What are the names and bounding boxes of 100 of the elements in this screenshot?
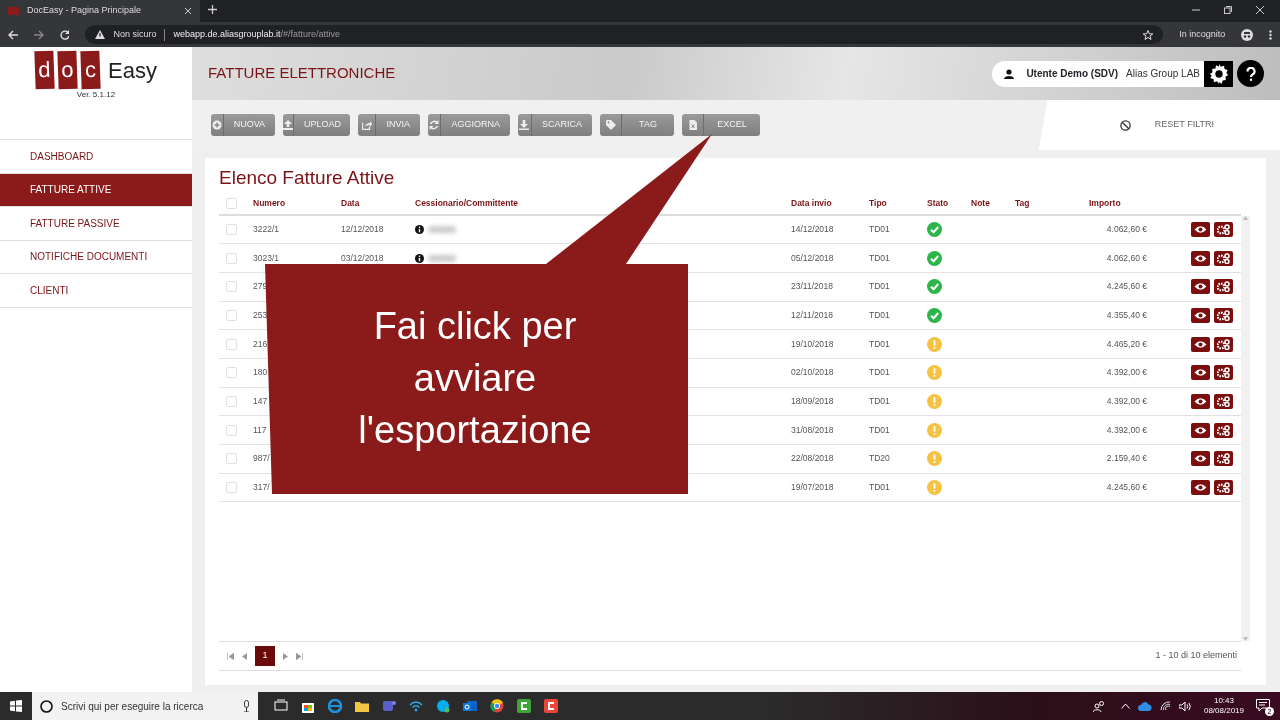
actions-button[interactable] (1214, 250, 1233, 266)
cloud-icon[interactable] (1137, 701, 1152, 711)
reset-filters-link[interactable]: RESET FILTRI (1154, 118, 1214, 132)
chat-bubble-icon[interactable] (436, 699, 450, 713)
task-view-icon[interactable] (274, 699, 288, 713)
check-circle-icon (927, 221, 942, 237)
menu-icon[interactable] (1269, 29, 1272, 40)
view-button[interactable] (1191, 422, 1210, 438)
table-cell: 216 (253, 338, 268, 349)
previous-page-icon[interactable] (242, 652, 247, 660)
actions-button[interactable] (1214, 365, 1233, 381)
microphone-icon[interactable] (243, 700, 250, 712)
user-badge[interactable]: Utente Demo (SDV) Alias Group LAB (992, 60, 1204, 87)
column-header[interactable]: Note (971, 197, 990, 208)
reload-icon[interactable] (59, 29, 70, 40)
view-button[interactable] (1191, 451, 1210, 467)
address-field[interactable]: webapp.de.aliasgrouplab.it/#/fatture/attive (173, 27, 341, 42)
start-icon[interactable] (10, 700, 22, 712)
row-checkbox[interactable] (226, 338, 237, 350)
actions-button[interactable] (1214, 336, 1233, 352)
actions-button[interactable] (1214, 422, 1233, 438)
view-button[interactable] (1191, 279, 1210, 295)
actions-button[interactable] (1214, 480, 1233, 496)
site-icon (8, 7, 19, 15)
people-icon[interactable] (1092, 700, 1105, 712)
chat-app-icon[interactable] (382, 699, 396, 713)
help-button[interactable] (1237, 60, 1264, 87)
table-cell: TD20 (869, 453, 890, 464)
column-header[interactable]: Tag (1015, 197, 1030, 208)
network-icon[interactable] (1159, 701, 1171, 711)
view-button[interactable] (1191, 365, 1210, 381)
eye-icon (1194, 483, 1207, 493)
close-icon[interactable] (1256, 6, 1264, 14)
actions-button[interactable] (1214, 307, 1233, 323)
row-checkbox[interactable] (226, 281, 237, 293)
caret-up-icon[interactable] (1120, 703, 1130, 709)
clock-date[interactable]: 08/08/2019 (1203, 706, 1244, 716)
back-icon[interactable] (8, 29, 18, 40)
clock-time[interactable]: 10:43 (1213, 696, 1234, 706)
page-button[interactable]: 1 (255, 646, 275, 666)
refresh-icon (429, 120, 440, 130)
info-icon[interactable] (415, 253, 424, 263)
view-button[interactable] (1191, 480, 1210, 496)
table-cell: TD01 (869, 396, 890, 407)
view-button[interactable] (1191, 336, 1210, 352)
last-page-icon[interactable] (296, 652, 303, 660)
column-header[interactable]: Cessionario/Committente (415, 197, 518, 208)
forward-icon[interactable] (33, 29, 44, 40)
row-checkbox[interactable] (226, 309, 237, 321)
settings-button[interactable] (1204, 60, 1233, 87)
incognito-icon[interactable] (1241, 28, 1254, 41)
view-button[interactable] (1191, 393, 1210, 409)
row-checkbox[interactable] (226, 367, 237, 379)
gears-icon (1217, 309, 1230, 321)
row-checkbox[interactable] (226, 223, 237, 235)
column-header[interactable]: Data invio (791, 197, 832, 208)
security-label[interactable]: Non sicuro (113, 27, 157, 42)
volume-icon[interactable] (1178, 700, 1192, 712)
column-header[interactable]: Data (341, 197, 360, 208)
first-page-icon[interactable] (227, 652, 234, 660)
info-icon[interactable] (415, 224, 424, 234)
column-header[interactable]: Tipo (869, 197, 887, 208)
actions-button[interactable] (1214, 451, 1233, 467)
browser-icon[interactable] (490, 699, 504, 713)
table-cell: 12/11/2018 (791, 310, 833, 321)
block-icon[interactable] (1119, 119, 1131, 131)
view-button[interactable] (1191, 221, 1210, 237)
app-icon[interactable] (517, 699, 531, 713)
new-tab-icon[interactable] (208, 5, 217, 14)
gears-icon (1217, 453, 1230, 465)
table-cell: TD01 (869, 367, 890, 378)
next-page-icon[interactable] (283, 652, 288, 660)
sidebar-item[interactable]: FATTURE ATTIVE (0, 173, 192, 207)
table-cell: 4.392,00 € (1106, 367, 1147, 378)
minimize-icon[interactable] (1192, 6, 1200, 14)
folder-icon[interactable] (355, 699, 369, 713)
view-button[interactable] (1191, 307, 1210, 323)
restore-icon[interactable] (1224, 6, 1232, 14)
search-field[interactable]: Scrivi qui per eseguire la ricerca (32, 692, 258, 720)
incognito-label[interactable]: In incognito (1179, 27, 1226, 42)
mail-app-icon[interactable] (463, 699, 477, 713)
column-header[interactable]: Importo (1089, 197, 1121, 208)
star-icon[interactable] (1143, 29, 1154, 40)
row-checkbox[interactable] (226, 482, 237, 494)
column-header[interactable]: Stato (927, 197, 949, 208)
row-checkbox[interactable] (226, 453, 237, 465)
warning-circle-icon (927, 365, 942, 381)
select-all-checkbox[interactable] (226, 197, 237, 209)
wifi-icon[interactable] (409, 699, 423, 713)
gear-icon (1207, 62, 1230, 85)
view-button[interactable] (1191, 250, 1210, 266)
row-checkbox[interactable] (226, 252, 237, 264)
actions-button[interactable] (1214, 279, 1233, 295)
actions-button[interactable] (1214, 221, 1233, 237)
actions-button[interactable] (1214, 393, 1233, 409)
row-checkbox[interactable] (226, 424, 237, 436)
table-cell: 05/12/2018 (791, 252, 834, 263)
app-icon[interactable] (544, 699, 558, 713)
column-header[interactable]: Numero (253, 197, 286, 208)
row-checkbox[interactable] (226, 395, 237, 407)
